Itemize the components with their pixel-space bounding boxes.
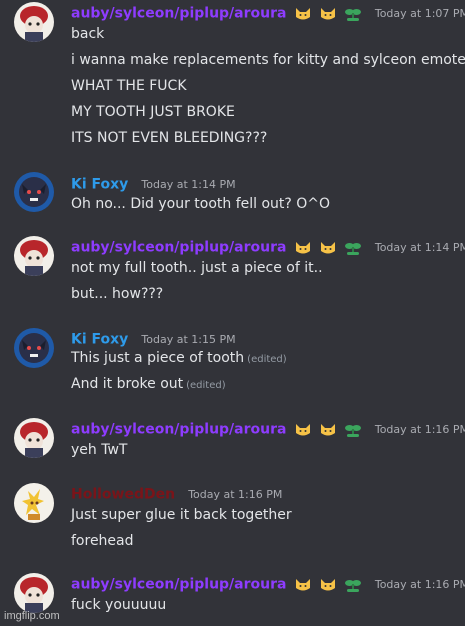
avatar[interactable]: [14, 236, 54, 276]
timestamp: Today at 1:16 PM: [374, 578, 465, 591]
avatar[interactable]: [14, 172, 54, 212]
avatar[interactable]: [14, 2, 54, 42]
cat-emote-icon: [319, 5, 337, 23]
username[interactable]: HollowedDen: [71, 487, 175, 503]
avatar[interactable]: [14, 418, 54, 458]
message-text: forehead: [71, 533, 134, 549]
message-text: MY TOOTH JUST BROKE: [71, 104, 235, 120]
message-text-body: And it broke out: [71, 376, 184, 392]
message-text-body: This just a piece of tooth: [71, 350, 245, 366]
avatar[interactable]: [14, 573, 54, 613]
username[interactable]: auby/sylceon/piplup/aroura: [71, 577, 286, 593]
message-text: not my full tooth.. just a piece of it..: [71, 260, 323, 276]
message-text: back: [71, 26, 105, 42]
message-text: yeh TwT: [71, 442, 128, 458]
avatar[interactable]: [14, 328, 54, 368]
username[interactable]: Ki Foxy: [71, 177, 128, 193]
cat-emote-icon: [294, 5, 312, 23]
message-text: fuck youuuuu: [71, 597, 167, 613]
username[interactable]: auby/sylceon/piplup/aroura: [71, 422, 286, 438]
sprout-emote-icon: [344, 576, 362, 594]
timestamp: Today at 1:14 PM: [141, 178, 236, 191]
sprout-emote-icon: [344, 239, 362, 257]
cat-emote-icon: [319, 421, 337, 439]
timestamp: Today at 1:16 PM: [188, 488, 283, 501]
username[interactable]: Ki Foxy: [71, 332, 128, 348]
message-text: but... how???: [71, 286, 164, 302]
timestamp: Today at 1:15 PM: [141, 333, 236, 346]
edited-label: (edited): [247, 354, 287, 365]
message-text: WHAT THE FUCK: [71, 78, 187, 94]
username[interactable]: auby/sylceon/piplup/aroura: [71, 6, 286, 22]
message-text: This just a piece of tooth (edited): [71, 350, 287, 366]
timestamp: Today at 1:07 PM: [374, 7, 465, 20]
message-text: And it broke out (edited): [71, 376, 226, 392]
timestamp: Today at 1:16 PM: [374, 423, 465, 436]
cat-emote-icon: [319, 239, 337, 257]
username[interactable]: auby/sylceon/piplup/aroura: [71, 240, 286, 256]
message-text: ITS NOT EVEN BLEEDING???: [71, 130, 268, 146]
cat-emote-icon: [294, 576, 312, 594]
cat-emote-icon: [294, 239, 312, 257]
cat-emote-icon: [294, 421, 312, 439]
avatar[interactable]: [14, 483, 54, 523]
edited-label: (edited): [186, 380, 226, 391]
watermark: imgflip.com: [4, 610, 60, 622]
sprout-emote-icon: [344, 5, 362, 23]
message-text: Just super glue it back together: [71, 507, 292, 523]
sprout-emote-icon: [344, 421, 362, 439]
message-text: i wanna make replacements for kitty and …: [71, 52, 465, 68]
cat-emote-icon: [319, 576, 337, 594]
timestamp: Today at 1:14 PM: [374, 241, 465, 254]
message-text: Oh no... Did your tooth fell out? O^O: [71, 196, 331, 212]
